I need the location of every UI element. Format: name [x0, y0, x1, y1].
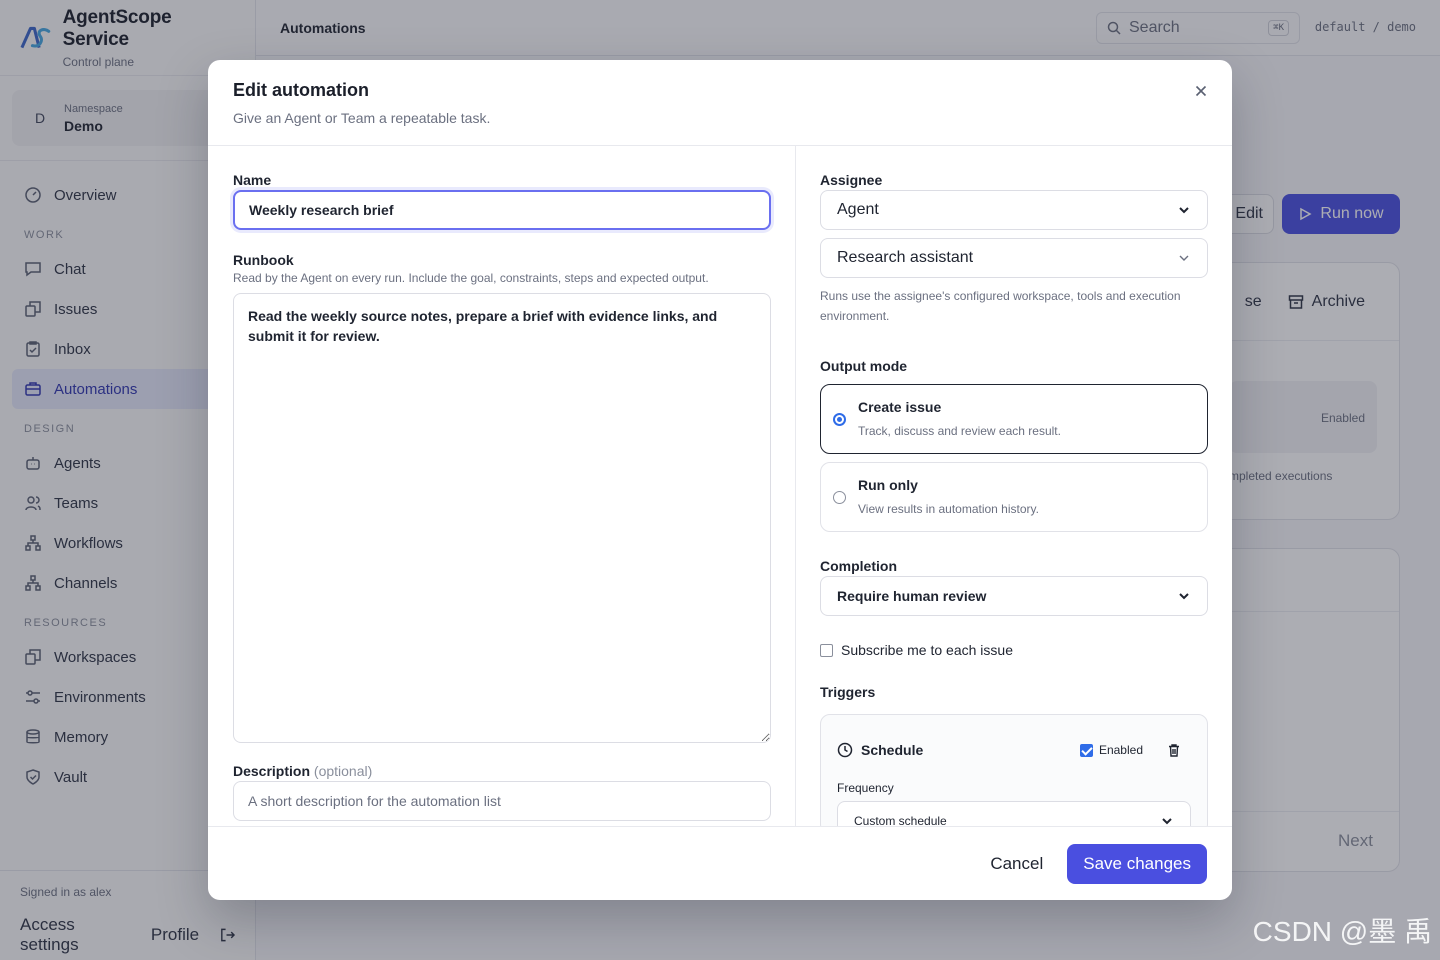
save-changes-button[interactable]: Save changes [1067, 843, 1207, 884]
chevron-down-icon [1179, 255, 1189, 261]
dialog-right-column: Assignee Agent Research assistant Runs u… [796, 146, 1232, 826]
output-mode-label: Output mode [820, 358, 908, 374]
frequency-label: Frequency [837, 781, 894, 795]
radio-selected[interactable] [833, 413, 846, 426]
completion-select[interactable]: Require human review [820, 576, 1208, 616]
trigger-title: Schedule [861, 742, 924, 758]
subscribe-label: Subscribe me to each issue [841, 642, 1013, 658]
option-title: Run only [858, 477, 918, 493]
option-description: Track, discuss and review each result. [858, 424, 1061, 438]
description-label: Description (optional) [233, 763, 770, 779]
description-field[interactable] [233, 781, 771, 821]
trigger-enabled-toggle[interactable]: Enabled [1079, 743, 1143, 757]
subscribe-row[interactable]: Subscribe me to each issue [820, 642, 1208, 658]
assignee-value: Research assistant [837, 249, 974, 266]
description-label-text: Description [233, 763, 311, 779]
radio-unselected[interactable] [833, 491, 846, 504]
dialog-footer: Cancel Save changes [208, 826, 1232, 900]
assignee-type-select[interactable]: Agent [820, 190, 1208, 230]
output-create-issue-option[interactable]: Create issue Track, discuss and review e… [820, 384, 1208, 454]
chevron-down-icon [1162, 818, 1172, 825]
clock-icon [837, 742, 853, 758]
chevron-down-icon [1179, 207, 1189, 214]
dialog-title: Edit automation [233, 80, 369, 100]
close-icon[interactable] [1192, 82, 1210, 100]
assignee-type-value: Agent [837, 201, 879, 218]
runbook-label: Runbook [233, 252, 294, 268]
subscribe-checkbox[interactable] [820, 643, 833, 657]
frequency-select[interactable]: Custom schedule [837, 801, 1191, 826]
trash-icon[interactable] [1167, 743, 1181, 757]
output-run-only-option[interactable]: Run only View results in automation hist… [820, 462, 1208, 532]
schedule-trigger-card: Schedule Enabled Frequency Custom schedu… [820, 714, 1208, 826]
chevron-down-icon [1179, 593, 1189, 600]
runbook-hint: Read by the Agent on every run. Include … [233, 271, 709, 285]
assignee-select[interactable]: Research assistant [820, 238, 1208, 278]
frequency-value: Custom schedule [854, 814, 947, 826]
name-label: Name [233, 172, 272, 188]
edit-automation-dialog: Edit automation Give an Agent or Team a … [208, 60, 1232, 900]
dialog-body: Name Runbook Read by the Agent on every … [208, 146, 1232, 826]
enabled-checkbox[interactable] [1079, 743, 1093, 757]
completion-label: Completion [820, 558, 897, 574]
dialog-left-column: Name Runbook Read by the Agent on every … [208, 146, 796, 826]
runbook-textarea[interactable]: Read the weekly source notes, prepare a … [233, 293, 771, 743]
enabled-label: Enabled [1098, 743, 1143, 757]
dialog-header: Edit automation Give an Agent or Team a … [208, 60, 1232, 146]
assignee-hint: Runs use the assignee's configured works… [820, 289, 1181, 323]
cancel-button[interactable]: Cancel [990, 854, 1043, 874]
option-title: Create issue [858, 399, 942, 415]
watermark: CSDN @墨 禹 [1252, 916, 1432, 947]
triggers-label: Triggers [820, 684, 876, 700]
option-description: View results in automation history. [858, 502, 1039, 516]
name-field[interactable] [233, 190, 771, 230]
assignee-label: Assignee [820, 172, 883, 188]
optional-tag: (optional) [313, 763, 373, 779]
completion-value: Require human review [837, 588, 987, 604]
dialog-subtitle: Give an Agent or Team a repeatable task. [233, 110, 491, 126]
